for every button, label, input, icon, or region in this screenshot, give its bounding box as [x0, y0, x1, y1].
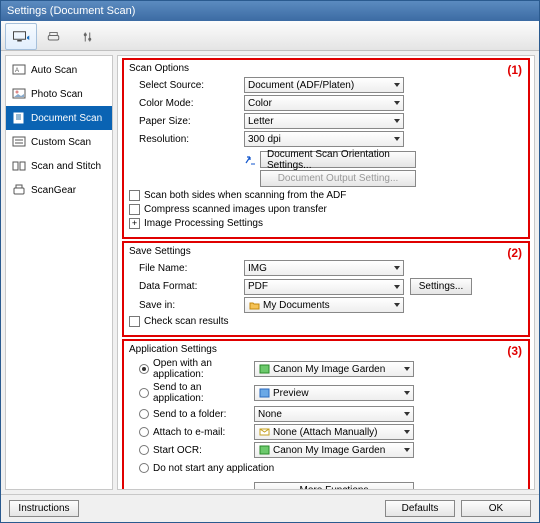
image-processing-label: Image Processing Settings	[144, 218, 263, 229]
color-mode-combo[interactable]: Color	[244, 95, 404, 111]
more-functions-button[interactable]: More Functions	[254, 482, 414, 490]
resolution-combo[interactable]: 300 dpi	[244, 131, 404, 147]
sidebar-item-label: Document Scan	[31, 113, 102, 124]
output-setting-button[interactable]: Document Output Setting...	[260, 170, 416, 187]
save-settings-section: (2) Save Settings File Name: IMG Data Fo…	[122, 241, 530, 337]
send-folder-label: Send to a folder:	[153, 409, 254, 420]
sidebar-item-scan-stitch[interactable]: Scan and Stitch	[6, 154, 112, 178]
sidebar-item-label: Auto Scan	[31, 65, 77, 76]
save-settings-title: Save Settings	[129, 246, 523, 257]
toolbar	[1, 21, 539, 51]
sidebar-item-photo-scan[interactable]: Photo Scan	[6, 82, 112, 106]
open-app-label: Open with an application:	[153, 358, 254, 380]
titlebar: Settings (Document Scan)	[1, 1, 539, 21]
sidebar-item-document-scan[interactable]: Document Scan	[6, 106, 112, 130]
app-icon	[258, 363, 270, 375]
sidebar-item-label: ScanGear	[31, 185, 76, 196]
sliders-icon	[80, 30, 98, 44]
attach-email-radio[interactable]	[139, 427, 149, 437]
section-number-2: (2)	[507, 246, 522, 260]
folder-icon	[248, 299, 260, 311]
svg-text:A: A	[15, 68, 19, 74]
main-area: A Auto Scan Photo Scan Document Scan Cus…	[1, 51, 539, 494]
settings-window: Settings (Document Scan) A Auto Scan Pho…	[0, 0, 540, 523]
window-title: Settings (Document Scan)	[7, 5, 135, 17]
sidebar-item-scangear[interactable]: ScanGear	[6, 178, 112, 202]
file-name-combo[interactable]: IMG	[244, 260, 404, 276]
data-format-label: Data Format:	[139, 281, 244, 292]
image-processing-expand[interactable]: +	[129, 218, 140, 229]
attach-email-combo[interactable]: None (Attach Manually)	[254, 424, 414, 440]
color-mode-label: Color Mode:	[139, 98, 244, 109]
monitor-icon	[12, 30, 30, 44]
scan-both-sides-label: Scan both sides when scanning from the A…	[144, 190, 346, 201]
open-app-combo[interactable]: Canon My Image Garden	[254, 361, 414, 377]
paper-size-combo[interactable]: Letter	[244, 113, 404, 129]
sidebar-item-label: Scan and Stitch	[31, 161, 101, 172]
scan-options-section: (1) Scan Options Select Source: Document…	[122, 58, 530, 239]
toolbar-scan-from-computer[interactable]	[5, 23, 37, 50]
sidebar-item-auto-scan[interactable]: A Auto Scan	[6, 58, 112, 82]
save-in-combo[interactable]: My Documents	[244, 297, 404, 313]
ok-button[interactable]: OK	[461, 500, 531, 517]
defaults-button[interactable]: Defaults	[385, 500, 455, 517]
scangear-icon	[12, 184, 26, 196]
select-source-combo[interactable]: Document (ADF/Platen)	[244, 77, 404, 93]
orientation-link-icon[interactable]	[244, 154, 256, 166]
send-folder-combo[interactable]: None	[254, 406, 414, 422]
sidebar-item-label: Custom Scan	[31, 137, 91, 148]
content-panel: (1) Scan Options Select Source: Document…	[117, 55, 535, 490]
paper-size-label: Paper Size:	[139, 116, 244, 127]
attach-email-label: Attach to e-mail:	[153, 427, 254, 438]
start-ocr-radio[interactable]	[139, 445, 149, 455]
photo-icon	[12, 88, 26, 100]
sidebar: A Auto Scan Photo Scan Document Scan Cus…	[5, 55, 113, 490]
compress-label: Compress scanned images upon transfer	[144, 204, 327, 215]
do-not-start-label: Do not start any application	[153, 463, 353, 474]
scanner-icon	[46, 30, 64, 44]
document-icon	[12, 112, 26, 124]
check-results-checkbox[interactable]	[129, 316, 140, 327]
sidebar-item-custom-scan[interactable]: Custom Scan	[6, 130, 112, 154]
section-number-1: (1)	[507, 63, 522, 77]
do-not-start-radio[interactable]	[139, 463, 149, 473]
application-settings-section: (3) Application Settings Open with an ap…	[122, 339, 530, 490]
start-ocr-combo[interactable]: Canon My Image Garden	[254, 442, 414, 458]
file-name-label: File Name:	[139, 263, 244, 274]
compress-checkbox[interactable]	[129, 204, 140, 215]
sidebar-item-label: Photo Scan	[31, 89, 83, 100]
instructions-button[interactable]: Instructions	[9, 500, 79, 517]
open-app-radio[interactable]	[139, 364, 149, 374]
start-ocr-label: Start OCR:	[153, 445, 254, 456]
send-app-radio[interactable]	[139, 388, 149, 398]
check-results-label: Check scan results	[144, 316, 228, 327]
send-app-combo[interactable]: Preview	[254, 385, 414, 401]
orientation-settings-button[interactable]: Document Scan Orientation Settings...	[260, 151, 416, 168]
data-format-combo[interactable]: PDF	[244, 279, 404, 295]
preview-icon	[258, 387, 270, 399]
resolution-label: Resolution:	[139, 134, 244, 145]
footer: Instructions Defaults OK	[1, 494, 539, 522]
scan-options-title: Scan Options	[129, 63, 523, 74]
save-in-label: Save in:	[139, 300, 244, 311]
mail-icon	[258, 426, 270, 438]
app-icon	[258, 444, 270, 456]
application-settings-title: Application Settings	[129, 344, 523, 355]
send-app-label: Send to an application:	[153, 382, 254, 404]
toolbar-scan-from-panel[interactable]	[39, 23, 71, 50]
section-number-3: (3)	[507, 344, 522, 358]
custom-icon	[12, 136, 26, 148]
select-source-label: Select Source:	[139, 80, 244, 91]
auto-icon: A	[12, 64, 26, 76]
send-folder-radio[interactable]	[139, 409, 149, 419]
scan-both-sides-checkbox[interactable]	[129, 190, 140, 201]
stitch-icon	[12, 160, 26, 172]
data-format-settings-button[interactable]: Settings...	[410, 278, 472, 295]
toolbar-general-settings[interactable]	[73, 23, 105, 50]
